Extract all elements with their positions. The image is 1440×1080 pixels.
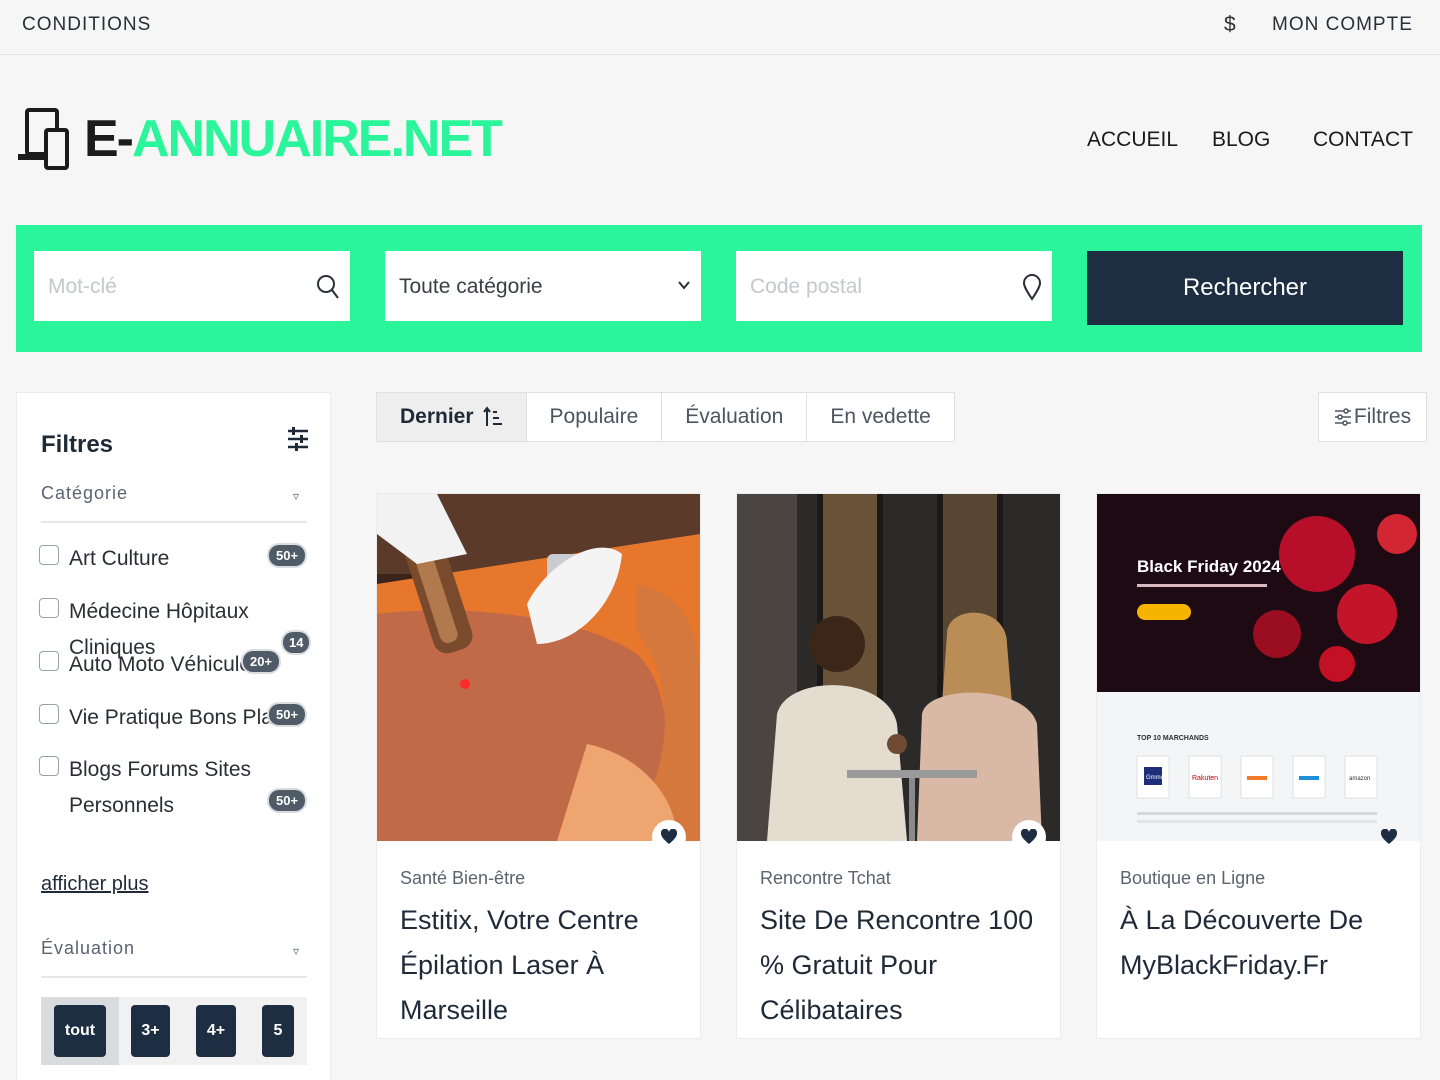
sort-ascending-icon	[482, 406, 503, 428]
listing-photo	[377, 494, 700, 841]
rating-5-button[interactable]: 5	[262, 1005, 294, 1057]
sliders-icon	[1334, 407, 1352, 427]
top-bar: CONDITIONS $ MON COMPTE	[0, 0, 1440, 55]
rating-3plus-button[interactable]: 3+	[131, 1005, 170, 1057]
nav-accueil[interactable]: ACCUEIL	[1087, 128, 1178, 152]
sort-tabs: Dernier Populaire Évaluation En vedette	[376, 392, 955, 442]
tab-latest[interactable]: Dernier	[377, 393, 527, 441]
listing-card[interactable]: Santé Bien-être Estitix, Votre Centre Ép…	[376, 493, 701, 1039]
chevron-down-icon	[677, 275, 691, 300]
checkbox[interactable]	[39, 545, 59, 565]
checkbox[interactable]	[39, 651, 59, 671]
category-filter-header[interactable]: Catégorie ▿	[41, 483, 307, 523]
sliders-icon[interactable]	[287, 426, 309, 457]
nav-contact[interactable]: CONTACT	[1313, 128, 1413, 152]
search-bar: Mot-clé Toute catégorie Code postal Rech…	[16, 225, 1422, 352]
count-badge: 50+	[269, 704, 306, 725]
brand-logo-text: Gmmd	[1146, 775, 1164, 781]
count-badge: 14	[283, 632, 310, 653]
nav-blog[interactable]: BLOG	[1212, 128, 1270, 152]
tab-featured[interactable]: En vedette	[807, 393, 953, 441]
count-badge: 50+	[269, 545, 306, 566]
my-account-link[interactable]: MON COMPTE	[1272, 14, 1413, 36]
checkbox[interactable]	[39, 598, 59, 618]
filters-button[interactable]: Filtres	[1318, 392, 1427, 442]
filters-title: Filtres	[41, 431, 114, 458]
count-badge: 20+	[243, 651, 280, 672]
heart-icon	[661, 829, 677, 845]
checkbox[interactable]	[39, 756, 59, 776]
listing-card[interactable]: Rencontre Tchat Site De Rencontre 100 % …	[736, 493, 1061, 1039]
checkbox[interactable]	[39, 704, 59, 724]
favorite-button[interactable]	[1012, 820, 1046, 854]
filters-sidebar: Filtres Catégorie ▿ Art Culture 50+ Méde…	[16, 392, 331, 1080]
currency-link[interactable]: $	[1224, 13, 1236, 37]
favorite-button[interactable]	[652, 820, 686, 854]
listing-title[interactable]: À La Découverte De MyBlackFriday.Fr	[1120, 898, 1410, 988]
listing-category[interactable]: Santé Bien-être	[400, 868, 525, 889]
heart-icon	[1021, 829, 1037, 845]
show-more-link[interactable]: afficher plus	[41, 873, 148, 896]
tab-popular[interactable]: Populaire	[527, 393, 663, 441]
postal-code-input[interactable]: Code postal	[736, 251, 1052, 321]
search-button[interactable]: Rechercher	[1087, 251, 1403, 325]
listing-photo: Black Friday 2024 TOP 10 MARCHANDS Gmmd …	[1097, 494, 1420, 841]
brand-wordmark: E-ANNUAIRE.NET	[84, 110, 503, 168]
listing-category[interactable]: Boutique en Ligne	[1120, 868, 1265, 889]
search-icon	[316, 273, 340, 306]
map-pin-icon	[1022, 273, 1042, 306]
heart-icon	[1381, 829, 1397, 845]
tab-rating[interactable]: Évaluation	[662, 393, 808, 441]
devices-icon	[18, 108, 69, 170]
favorite-button[interactable]	[1372, 820, 1406, 854]
conditions-link[interactable]: CONDITIONS	[22, 14, 151, 36]
category-select[interactable]: Toute catégorie	[385, 251, 701, 321]
count-badge: 50+	[269, 790, 306, 811]
listing-title[interactable]: Estitix, Votre Centre Épilation Laser À …	[400, 898, 690, 1033]
brand-logo-text: Rakuten	[1192, 775, 1218, 782]
promo-section-title: TOP 10 MARCHANDS	[1137, 735, 1209, 742]
rating-filter-header[interactable]: Évaluation ▿	[41, 938, 307, 978]
keyword-input[interactable]: Mot-clé	[34, 251, 350, 321]
caret-down-icon: ▿	[292, 944, 299, 958]
listing-photo	[737, 494, 1060, 841]
listing-card[interactable]: Black Friday 2024 TOP 10 MARCHANDS Gmmd …	[1096, 493, 1421, 1039]
site-logo[interactable]: E-ANNUAIRE.NET	[16, 106, 503, 172]
promo-headline: Black Friday 2024	[1137, 557, 1281, 576]
rating-4plus-button[interactable]: 4+	[196, 1005, 236, 1057]
rating-all-button[interactable]: tout	[54, 1005, 106, 1057]
brand-logo-text: amazon	[1349, 776, 1370, 782]
caret-down-icon: ▿	[292, 489, 299, 503]
listing-category[interactable]: Rencontre Tchat	[760, 868, 891, 889]
listing-title[interactable]: Site De Rencontre 100 % Gratuit Pour Cél…	[760, 898, 1050, 1033]
rating-options: tout 3+ 4+ 5	[41, 997, 307, 1065]
